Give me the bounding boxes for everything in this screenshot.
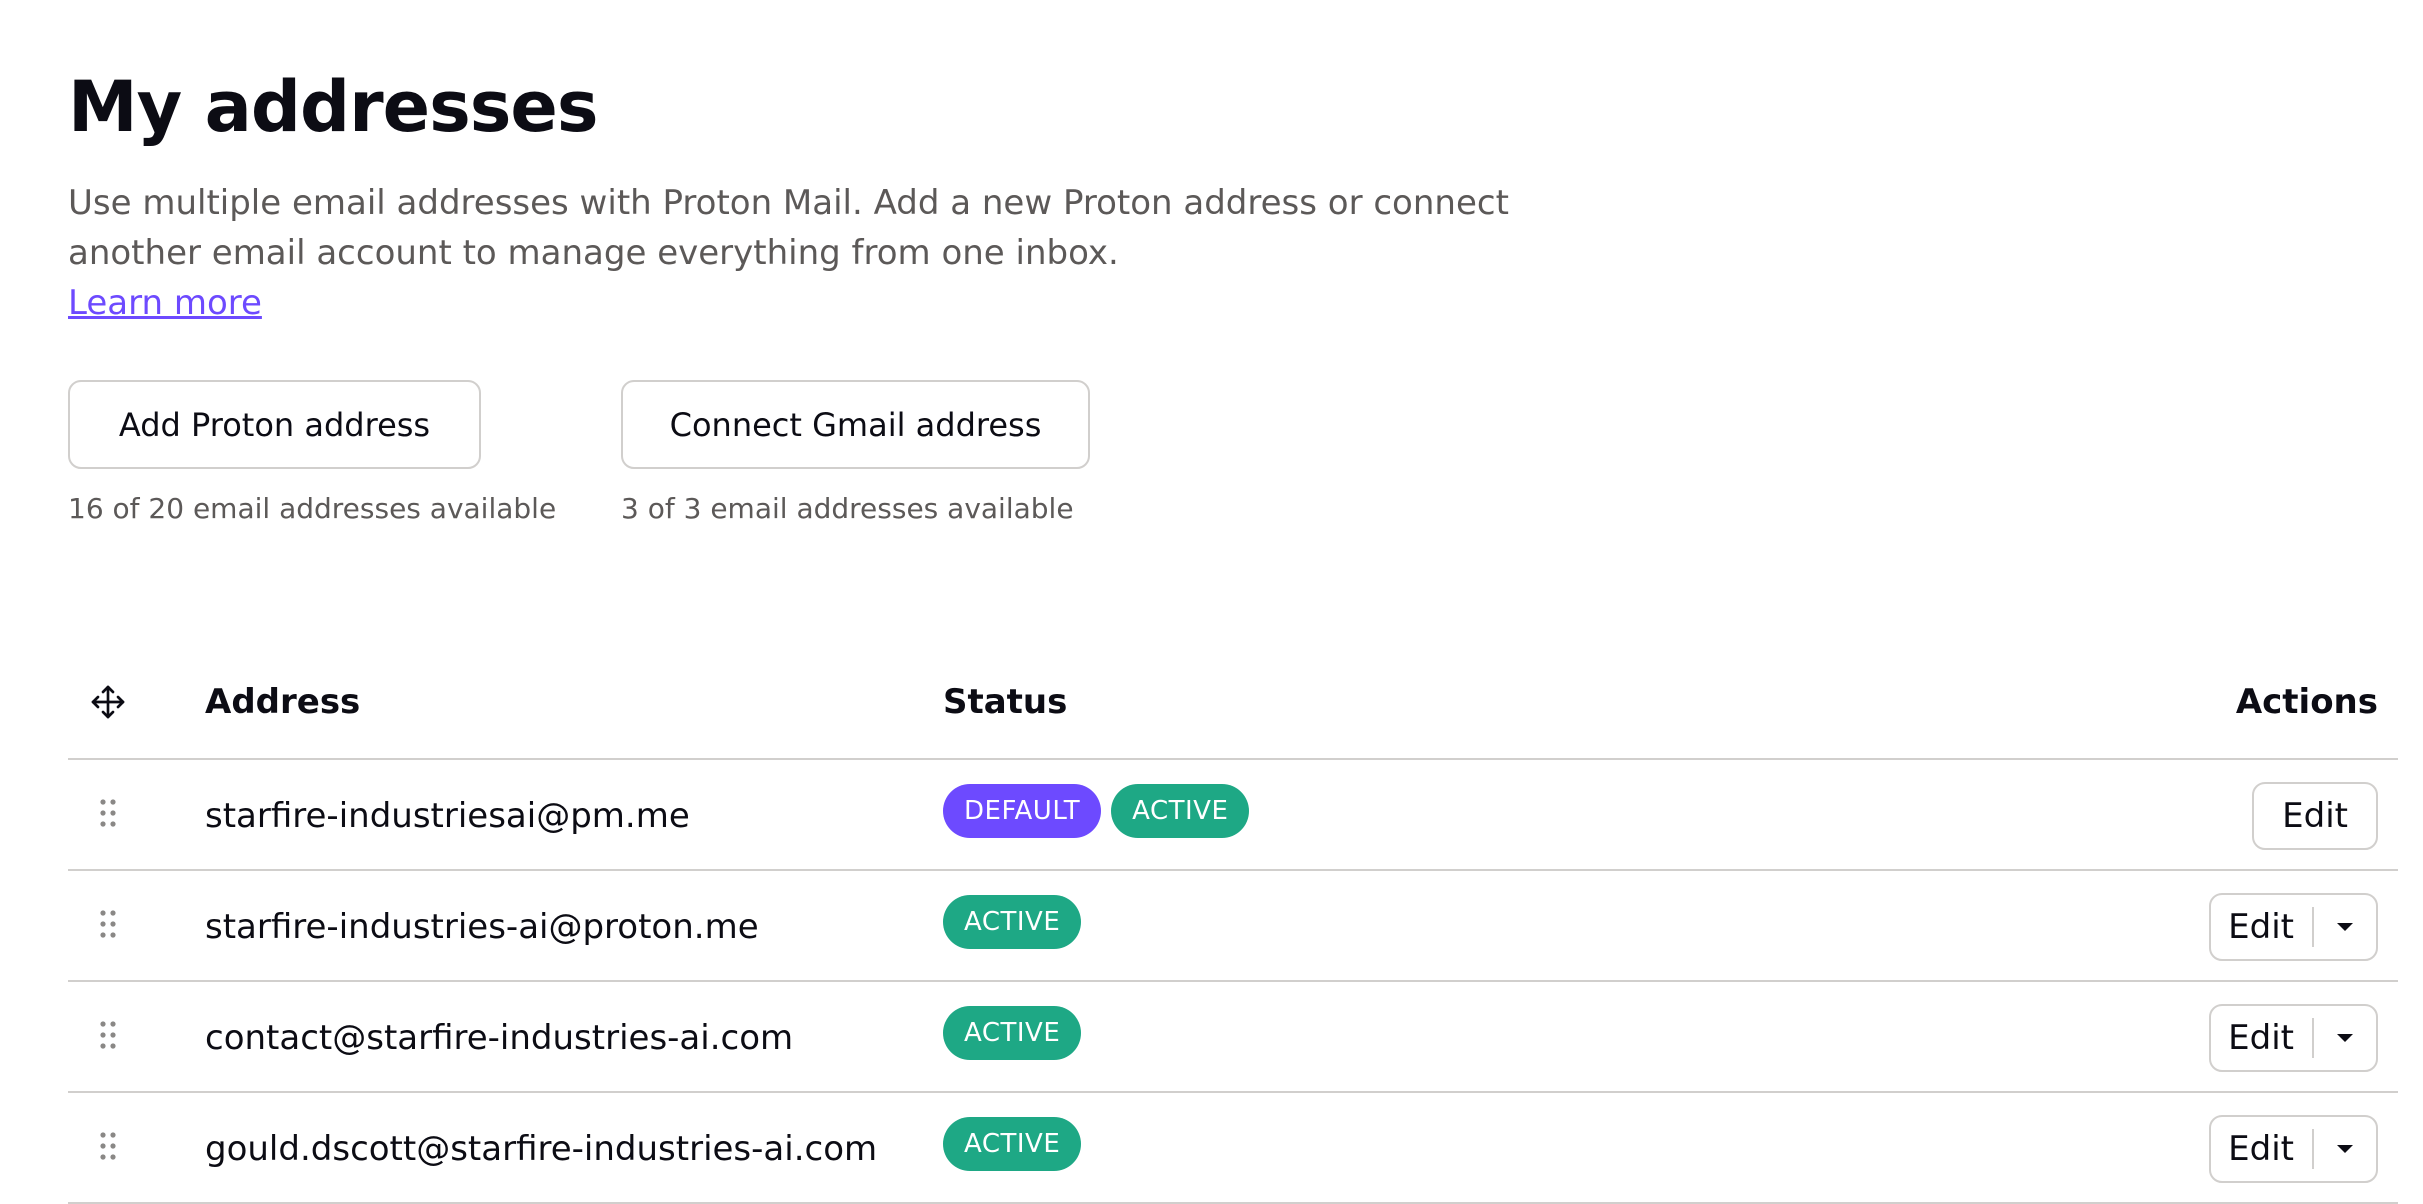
addresses-section: My addresses Use multiple email addresse… [68,62,2398,1204]
row-actions: Edit [2209,893,2378,961]
address-text: starfire-industries-ai@proton.me [205,907,759,947]
address-column-header: Address [205,682,361,722]
connect-gmail-group: Connect Gmail address 3 of 3 email addre… [621,380,1090,527]
table-header: Address Status Actions [68,622,2398,760]
edit-button[interactable]: Edit [2211,1006,2312,1070]
row-actions: Edit [2252,782,2378,850]
page-title: My addresses [68,66,599,148]
active-badge: ACTIVE [943,895,1082,949]
add-proton-address-button[interactable]: Add Proton address [68,380,481,469]
active-badge: ACTIVE [1111,784,1250,838]
connect-gmail-address-button[interactable]: Connect Gmail address [621,380,1090,469]
default-badge: DEFAULT [943,784,1102,838]
table-row: gould.dscott@starfire-industries-ai.com … [68,1093,2398,1204]
status-cell: ACTIVE [943,1006,1082,1060]
description-text: Use multiple email addresses with Proton… [68,183,1509,273]
table-row: starfire-industriesai@pm.me DEFAULT ACTI… [68,760,2398,871]
caret-down-icon[interactable] [2314,1117,2376,1181]
drag-handle-icon[interactable] [68,1020,148,1050]
active-badge: ACTIVE [943,1117,1082,1171]
status-cell: ACTIVE [943,1117,1082,1171]
edit-button[interactable]: Edit [2211,895,2312,959]
address-text: starfire-industriesai@pm.me [205,796,690,836]
address-actions: Add Proton address 16 of 20 email addres… [68,380,2398,540]
edit-split-button: Edit [2209,1004,2378,1072]
page-description: Use multiple email addresses with Proton… [68,178,1568,328]
status-column-header: Status [943,682,1068,722]
status-cell: DEFAULT ACTIVE [943,784,1250,838]
drag-handle-icon[interactable] [68,1131,148,1161]
drag-handle-icon[interactable] [68,798,148,828]
learn-more-link[interactable]: Learn more [68,278,262,328]
actions-column-header: Actions [2235,682,2378,722]
caret-down-icon[interactable] [2314,1006,2376,1070]
addresses-table: Address Status Actions starfire-industri… [68,622,2398,1204]
row-actions: Edit [2209,1004,2378,1072]
active-badge: ACTIVE [943,1006,1082,1060]
edit-split-button: Edit [2209,893,2378,961]
edit-split-button: Edit [2209,1115,2378,1183]
move-arrows-icon [68,682,148,722]
gmail-availability-text: 3 of 3 email addresses available [621,492,1074,525]
drag-handle-icon[interactable] [68,909,148,939]
proton-availability-text: 16 of 20 email addresses available [68,492,557,525]
add-proton-group: Add Proton address 16 of 20 email addres… [68,380,556,527]
row-actions: Edit [2209,1115,2378,1183]
caret-down-icon[interactable] [2314,895,2376,959]
edit-button[interactable]: Edit [2211,1117,2312,1181]
status-cell: ACTIVE [943,895,1082,949]
table-row: contact@starfire-industries-ai.com ACTIV… [68,982,2398,1093]
address-text: contact@starfire-industries-ai.com [205,1018,794,1058]
table-row: starfire-industries-ai@proton.me ACTIVE … [68,871,2398,982]
edit-button[interactable]: Edit [2252,782,2378,850]
address-text: gould.dscott@starfire-industries-ai.com [205,1129,878,1169]
